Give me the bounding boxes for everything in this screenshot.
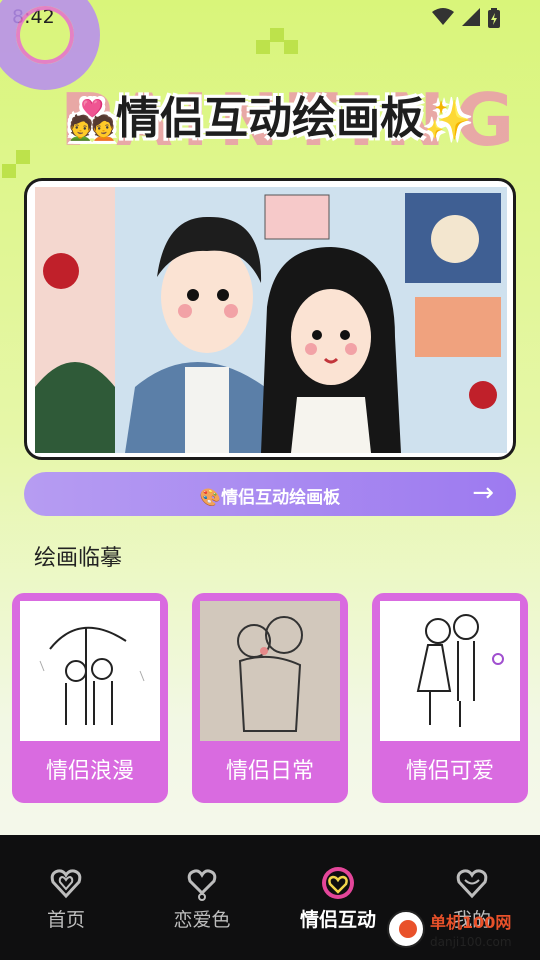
umbrella-couple-sketch [39, 626, 145, 725]
tab-home[interactable]: 首页 [16, 865, 116, 932]
card-label: 情侣浪漫 [45, 759, 134, 784]
heart-outline-icon [50, 869, 82, 899]
open-drawing-board-button[interactable]: 🎨情侣互动绘画板 → [24, 472, 516, 516]
arrow-right-icon: → [472, 478, 494, 508]
heart-circle-icon [322, 867, 354, 899]
card-image [200, 601, 340, 741]
page-title-text: 情侣互动绘画板 [116, 93, 424, 144]
watermark-logo: 单机100网 danji100.com [387, 910, 512, 949]
section-title: 绘画临摹 [34, 546, 123, 571]
pixel-decor [270, 28, 284, 42]
heart-user-icon [456, 869, 488, 899]
status-icons [432, 8, 500, 28]
card-daily[interactable]: 情侣日常 [192, 593, 348, 803]
tab-couple-interaction[interactable]: 情侣互动 [288, 865, 388, 932]
card-image [20, 601, 160, 741]
pixel-decor [2, 164, 16, 178]
tab-label: 恋爱色 [173, 909, 231, 931]
watermark-url: danji100.com [430, 935, 512, 949]
decorative-ring [0, 0, 100, 90]
tab-label: 首页 [46, 909, 85, 931]
card-label: 情侣可爱 [405, 759, 494, 784]
watermark-text: 单机100网 [430, 913, 511, 932]
pixel-decor [256, 40, 270, 54]
open-drawing-board-label: 🎨情侣互动绘画板 [24, 483, 516, 508]
pixel-decor [284, 40, 298, 54]
wifi-icon [432, 8, 454, 25]
kiss-couple-sketch [416, 614, 504, 727]
heart-chat-icon [187, 869, 217, 901]
watermark: 单机100网 danji100.com [386, 906, 536, 956]
cta-text: 情侣互动绘画板 [221, 488, 341, 508]
hug-couple-sketch [237, 616, 303, 732]
page-title: 💑情侣互动绘画板✨ [0, 82, 540, 146]
palette-icon: 🎨 [199, 488, 222, 508]
couple-illustration [35, 187, 507, 453]
battery-icon [488, 8, 500, 28]
card-cute[interactable]: 情侣可爱 [372, 593, 528, 803]
couple-icon: 💑 [68, 98, 116, 142]
hero-banner-image[interactable] [24, 178, 516, 460]
tab-label: 情侣互动 [299, 909, 376, 931]
pixel-decor [16, 150, 30, 164]
signal-icon [462, 8, 480, 26]
card-image [380, 601, 520, 741]
tab-love-color[interactable]: 恋爱色 [152, 865, 252, 932]
sparkles-icon: ✨ [424, 98, 472, 142]
card-romantic[interactable]: 情侣浪漫 [12, 593, 168, 803]
card-label: 情侣日常 [225, 759, 314, 784]
